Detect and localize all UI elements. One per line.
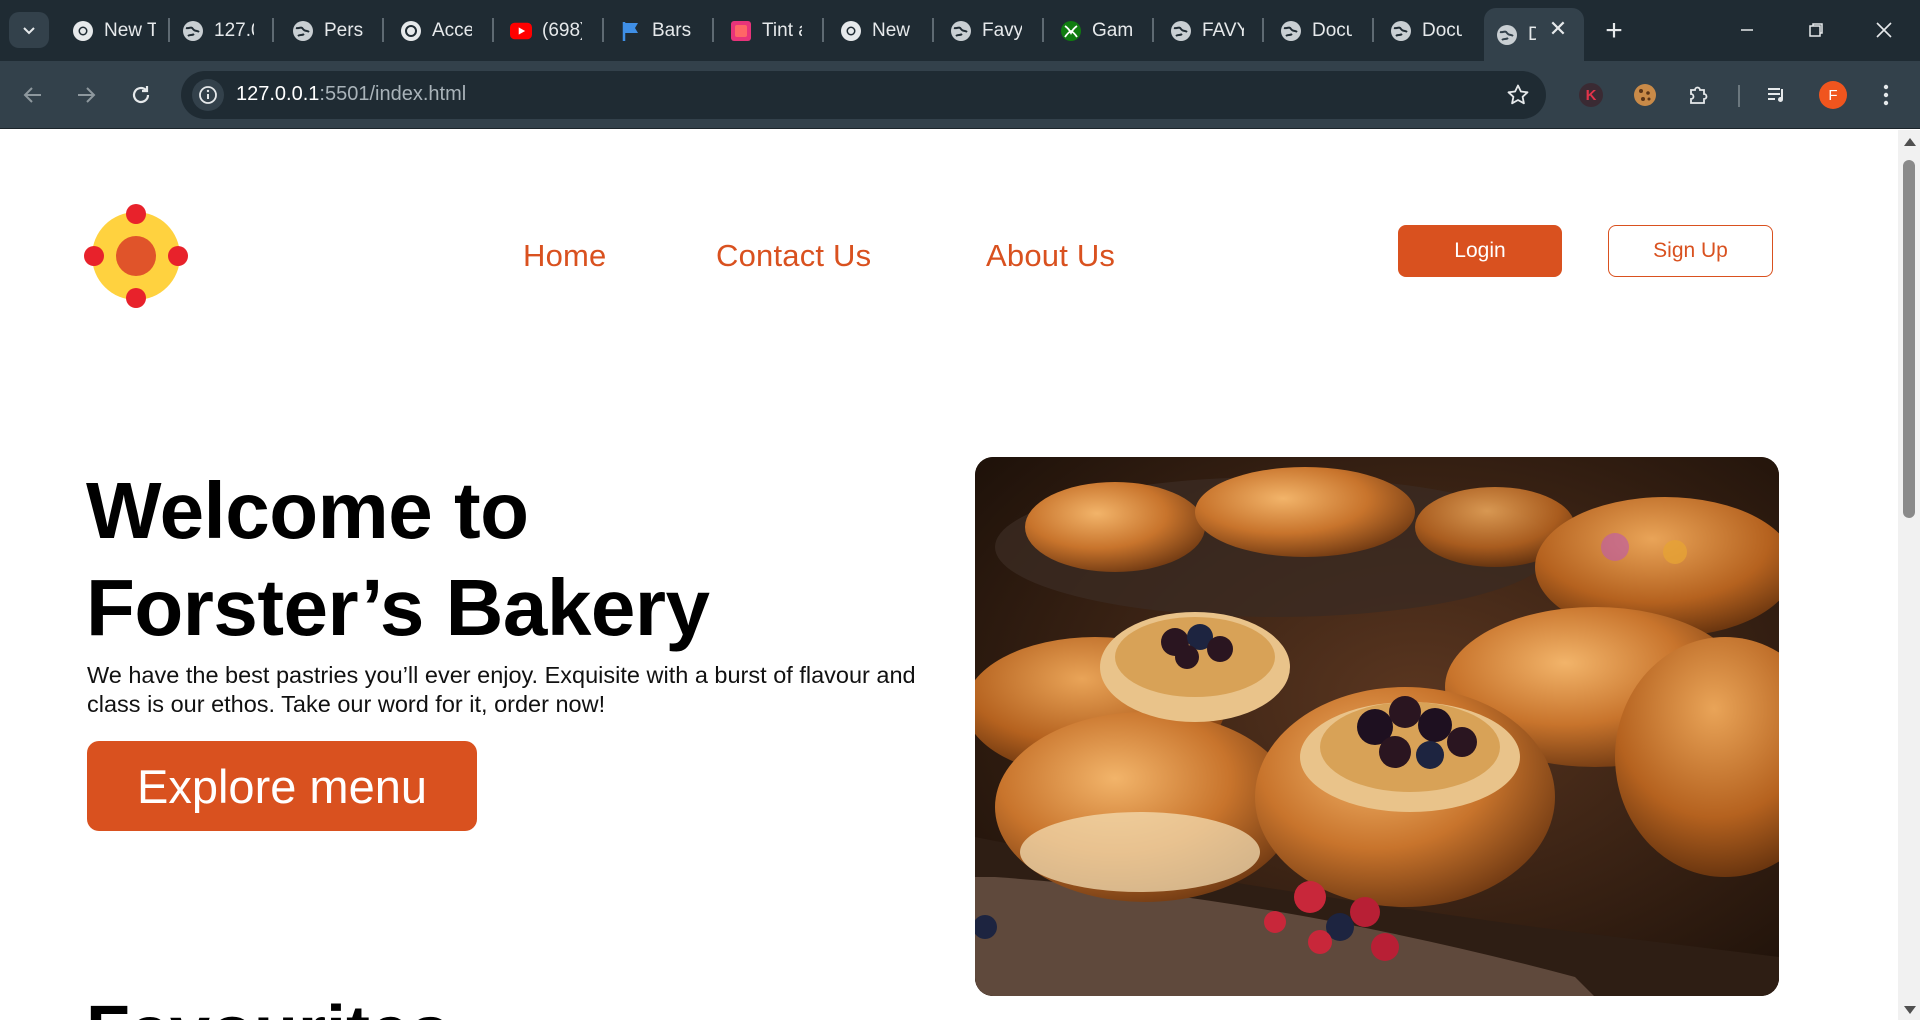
- tab-separator: [602, 18, 604, 42]
- globe-icon: [292, 20, 314, 42]
- chevron-down-icon: [23, 27, 35, 35]
- nav-home-link[interactable]: Home: [523, 238, 607, 274]
- tab-separator: [492, 18, 494, 42]
- tab-separator: [1152, 18, 1154, 42]
- browser-toolbar: 127.0.0.1:5501/index.html K F: [0, 61, 1920, 129]
- globe-icon: [182, 20, 204, 42]
- media-playlist-icon: [1768, 88, 1783, 102]
- tab-8[interactable]: New Tab: [828, 8, 936, 53]
- pastries-photo: [975, 457, 1779, 996]
- tab-separator: [382, 18, 384, 42]
- tab-3[interactable]: Personal: [280, 8, 380, 53]
- close-window-button[interactable]: [1864, 10, 1904, 50]
- openai-icon: [400, 20, 422, 42]
- arrow-right-icon: [78, 87, 96, 103]
- address-bar[interactable]: 127.0.0.1:5501/index.html: [181, 71, 1546, 119]
- puzzle-icon: [1690, 86, 1708, 104]
- browser-tabstrip: New Tab 127.0.0.1 Personal Accessibility…: [0, 0, 1920, 61]
- hero-description: We have the best pastries you’ll ever en…: [87, 662, 916, 717]
- k-extension-icon: K: [1579, 83, 1603, 107]
- tab-separator: [272, 18, 274, 42]
- tab-11[interactable]: FAVY: [1158, 8, 1258, 53]
- tab-5[interactable]: (698): [498, 8, 598, 53]
- chrome-icon: [72, 20, 94, 42]
- restore-icon: [1809, 23, 1823, 37]
- page-scrollbar[interactable]: [1898, 130, 1920, 1020]
- toolbar-separator: [1738, 85, 1740, 107]
- signup-button[interactable]: Sign Up: [1608, 225, 1773, 277]
- tab-1[interactable]: New Tab: [60, 8, 168, 53]
- reload-button[interactable]: [121, 75, 161, 115]
- forward-button[interactable]: [66, 75, 106, 115]
- browser-menu-button[interactable]: [1866, 75, 1906, 115]
- bakery-logo[interactable]: [84, 204, 188, 308]
- close-tab-button[interactable]: ✕: [1545, 16, 1571, 42]
- globe-icon: [950, 20, 972, 42]
- cookie-extension-button[interactable]: [1625, 75, 1665, 115]
- plus-icon: +: [1605, 14, 1623, 47]
- tab-separator: [712, 18, 714, 42]
- globe-icon: [1170, 20, 1192, 42]
- tab-9[interactable]: Favy: [938, 8, 1046, 53]
- bookmark-button[interactable]: [1504, 81, 1532, 109]
- tab-separator: [1372, 18, 1374, 42]
- close-icon: [1876, 22, 1892, 38]
- chrome-icon: [840, 20, 862, 42]
- cookie-icon: [1634, 84, 1656, 106]
- back-button[interactable]: [13, 75, 53, 115]
- star-icon: [1507, 84, 1529, 105]
- globe-icon: [1496, 24, 1518, 46]
- hero-title: Welcome to Forster’s Bakery: [86, 466, 710, 652]
- extensions-button[interactable]: [1679, 75, 1719, 115]
- nav-about-link[interactable]: About Us: [986, 238, 1115, 274]
- site-info-button[interactable]: [192, 79, 224, 111]
- tab-separator: [932, 18, 934, 42]
- tab-12[interactable]: Document: [1268, 8, 1368, 53]
- youtube-icon: [510, 20, 532, 42]
- tint-icon: [730, 20, 752, 42]
- new-tab-button[interactable]: +: [1597, 14, 1631, 48]
- tab-13[interactable]: Document: [1378, 8, 1478, 53]
- scrollbar-thumb[interactable]: [1903, 160, 1915, 518]
- tab-search-button[interactable]: [9, 12, 49, 48]
- xbox-icon: [1060, 20, 1082, 42]
- close-icon: ✕: [1548, 16, 1568, 41]
- explore-menu-button[interactable]: Explore menu: [87, 741, 477, 831]
- tab-6[interactable]: Bars: [608, 8, 708, 53]
- flag-icon: [620, 20, 642, 42]
- extension-k-button[interactable]: K: [1571, 75, 1611, 115]
- minimize-icon: [1741, 29, 1753, 31]
- globe-icon: [1280, 20, 1302, 42]
- avatar: F: [1819, 81, 1847, 109]
- tab-4[interactable]: Accessibility: [388, 8, 488, 53]
- restore-button[interactable]: [1796, 10, 1836, 50]
- globe-icon: [1390, 20, 1412, 42]
- nav-contact-link[interactable]: Contact Us: [716, 238, 871, 274]
- profile-button[interactable]: F: [1813, 75, 1853, 115]
- tab-separator: [822, 18, 824, 42]
- more-vert-icon: [1883, 84, 1889, 106]
- tab-7[interactable]: Tint and: [718, 8, 818, 53]
- page-viewport: Home Contact Us About Us Login Sign Up W…: [0, 130, 1898, 1020]
- scroll-down-arrow-icon[interactable]: [1904, 1006, 1916, 1014]
- arrow-left-icon: [23, 87, 41, 103]
- media-control-button[interactable]: [1757, 75, 1797, 115]
- tab-separator: [1262, 18, 1264, 42]
- info-icon: [199, 86, 217, 104]
- login-button[interactable]: Login: [1398, 225, 1562, 277]
- tab-separator: [1042, 18, 1044, 42]
- minimize-button[interactable]: [1727, 10, 1767, 50]
- favourites-heading: Favourites: [86, 1002, 450, 1020]
- reload-icon: [132, 86, 150, 104]
- tab-2[interactable]: 127.0.0.1: [170, 8, 270, 53]
- scroll-up-arrow-icon[interactable]: [1904, 138, 1916, 146]
- tab-10[interactable]: Game: [1048, 8, 1148, 53]
- url-text[interactable]: 127.0.0.1:5501/index.html: [236, 83, 466, 106]
